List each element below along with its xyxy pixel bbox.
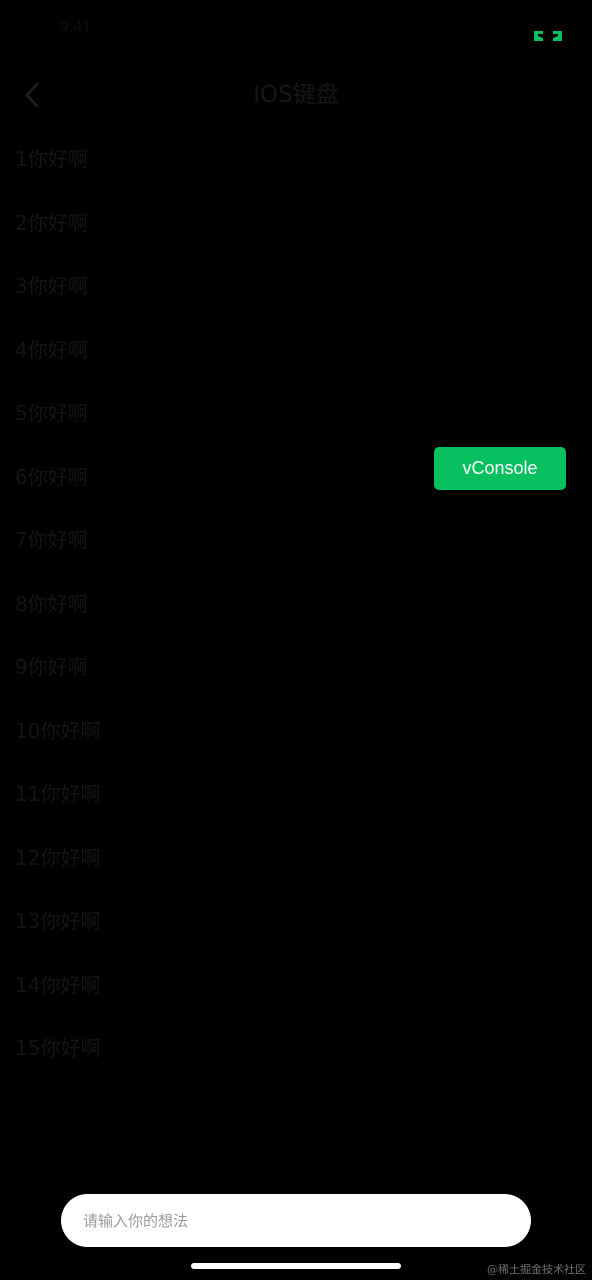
- list-item: 10你好啊: [15, 718, 101, 743]
- list-item: 5你好啊: [15, 401, 88, 425]
- home-indicator[interactable]: [191, 1263, 401, 1269]
- list-item: 1你好啊: [15, 147, 88, 171]
- list-item: 9你好啊: [15, 655, 88, 679]
- status-time: 9:41: [60, 20, 92, 36]
- list-item: 15你好啊: [15, 1036, 101, 1060]
- page-title: IOS键盘: [253, 82, 339, 108]
- list-item: 12你好啊: [15, 845, 101, 870]
- nav-bar: IOS键盘: [0, 66, 592, 124]
- message-input[interactable]: [83, 1194, 503, 1247]
- list-item: 3你好啊: [15, 274, 88, 298]
- list-item: 13你好啊: [15, 909, 101, 933]
- input-bar: [61, 1194, 531, 1247]
- list-item: 7你好啊: [15, 528, 88, 552]
- list-item: 8你好啊: [15, 591, 88, 616]
- watermark: @稀土掘金技术社区: [487, 1263, 586, 1276]
- message-list: 1你好啊 2你好啊 3你好啊 4你好啊 5你好啊 6你好啊 7你好啊 8你好啊 9你好啊 10你好…: [0, 128, 592, 1081]
- list-item: 4你好啊: [15, 337, 88, 362]
- status-bar: 9:41: [0, 0, 592, 60]
- list-item: 14你好啊: [15, 972, 101, 997]
- fullscreen-toggle-icon[interactable]: [534, 29, 562, 43]
- list-item: 11你好啊: [15, 782, 101, 806]
- list-item: 2你好啊: [15, 210, 88, 235]
- vconsole-button[interactable]: vConsole: [434, 447, 566, 490]
